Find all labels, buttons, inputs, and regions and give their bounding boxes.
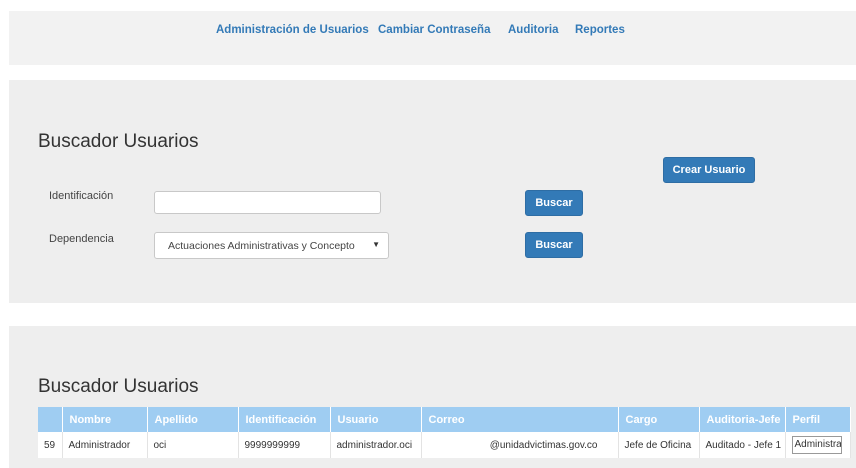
results-panel-title: Buscador Usuarios [38, 376, 199, 397]
users-table: Nombre Apellido Identificación Usuario C… [38, 407, 851, 458]
cell-perfil: Administrador [785, 432, 851, 458]
col-header-auditoria-jefe[interactable]: Auditoria-Jefe [699, 407, 786, 432]
search-by-dependencia-button[interactable]: Buscar [525, 232, 583, 258]
dependencia-label: Dependencia [49, 233, 114, 245]
table-row[interactable]: 59 Administrador oci 9999999999 administ… [38, 432, 851, 458]
create-user-button[interactable]: Crear Usuario [663, 157, 755, 183]
top-navbar: Administración de Usuarios Cambiar Contr… [9, 11, 856, 65]
col-header-nombre[interactable]: Nombre [62, 407, 148, 432]
identificacion-input[interactable] [154, 191, 381, 214]
col-header-identificacion[interactable]: Identificación [238, 407, 331, 432]
search-panel-title: Buscador Usuarios [38, 131, 199, 152]
cell-auditoria-jefe: Auditado - Jefe 1 [699, 432, 786, 458]
col-header-correo[interactable]: Correo [421, 407, 619, 432]
search-by-id-button[interactable]: Buscar [525, 190, 583, 216]
chevron-down-icon: ▼ [372, 240, 380, 249]
col-header-index [38, 407, 63, 432]
nav-reportes[interactable]: Reportes [575, 24, 625, 36]
cell-correo: @unidadvictimas.gov.co [421, 432, 619, 458]
col-header-usuario[interactable]: Usuario [330, 407, 422, 432]
col-header-apellido[interactable]: Apellido [147, 407, 239, 432]
nav-auditoria[interactable]: Auditoria [508, 24, 558, 36]
results-panel: Buscador Usuarios Nombre Apellido Identi… [9, 326, 856, 468]
col-header-perfil[interactable]: Perfil [785, 407, 851, 432]
cell-cargo: Jefe de Oficina [618, 432, 700, 458]
cell-apellido: oci [147, 432, 239, 458]
nav-admin-usuarios[interactable]: Administración de Usuarios [216, 24, 369, 36]
table-header-row: Nombre Apellido Identificación Usuario C… [38, 407, 851, 432]
perfil-select[interactable]: Administrador [791, 436, 842, 454]
identificacion-label: Identificación [49, 190, 114, 202]
cell-usuario: administrador.oci [330, 432, 422, 458]
search-panel: Buscador Usuarios Crear Usuario Identifi… [9, 80, 856, 303]
nav-cambiar-contrasena[interactable]: Cambiar Contraseña [378, 24, 490, 36]
col-header-cargo[interactable]: Cargo [618, 407, 700, 432]
dependencia-select[interactable]: Actuaciones Administrativas y Concepto ▼ [154, 232, 389, 259]
cell-id: 59 [38, 432, 63, 458]
cell-nombre: Administrador [62, 432, 148, 458]
cell-identificacion: 9999999999 [238, 432, 331, 458]
dependencia-selected-value: Actuaciones Administrativas y Concepto [168, 240, 355, 252]
